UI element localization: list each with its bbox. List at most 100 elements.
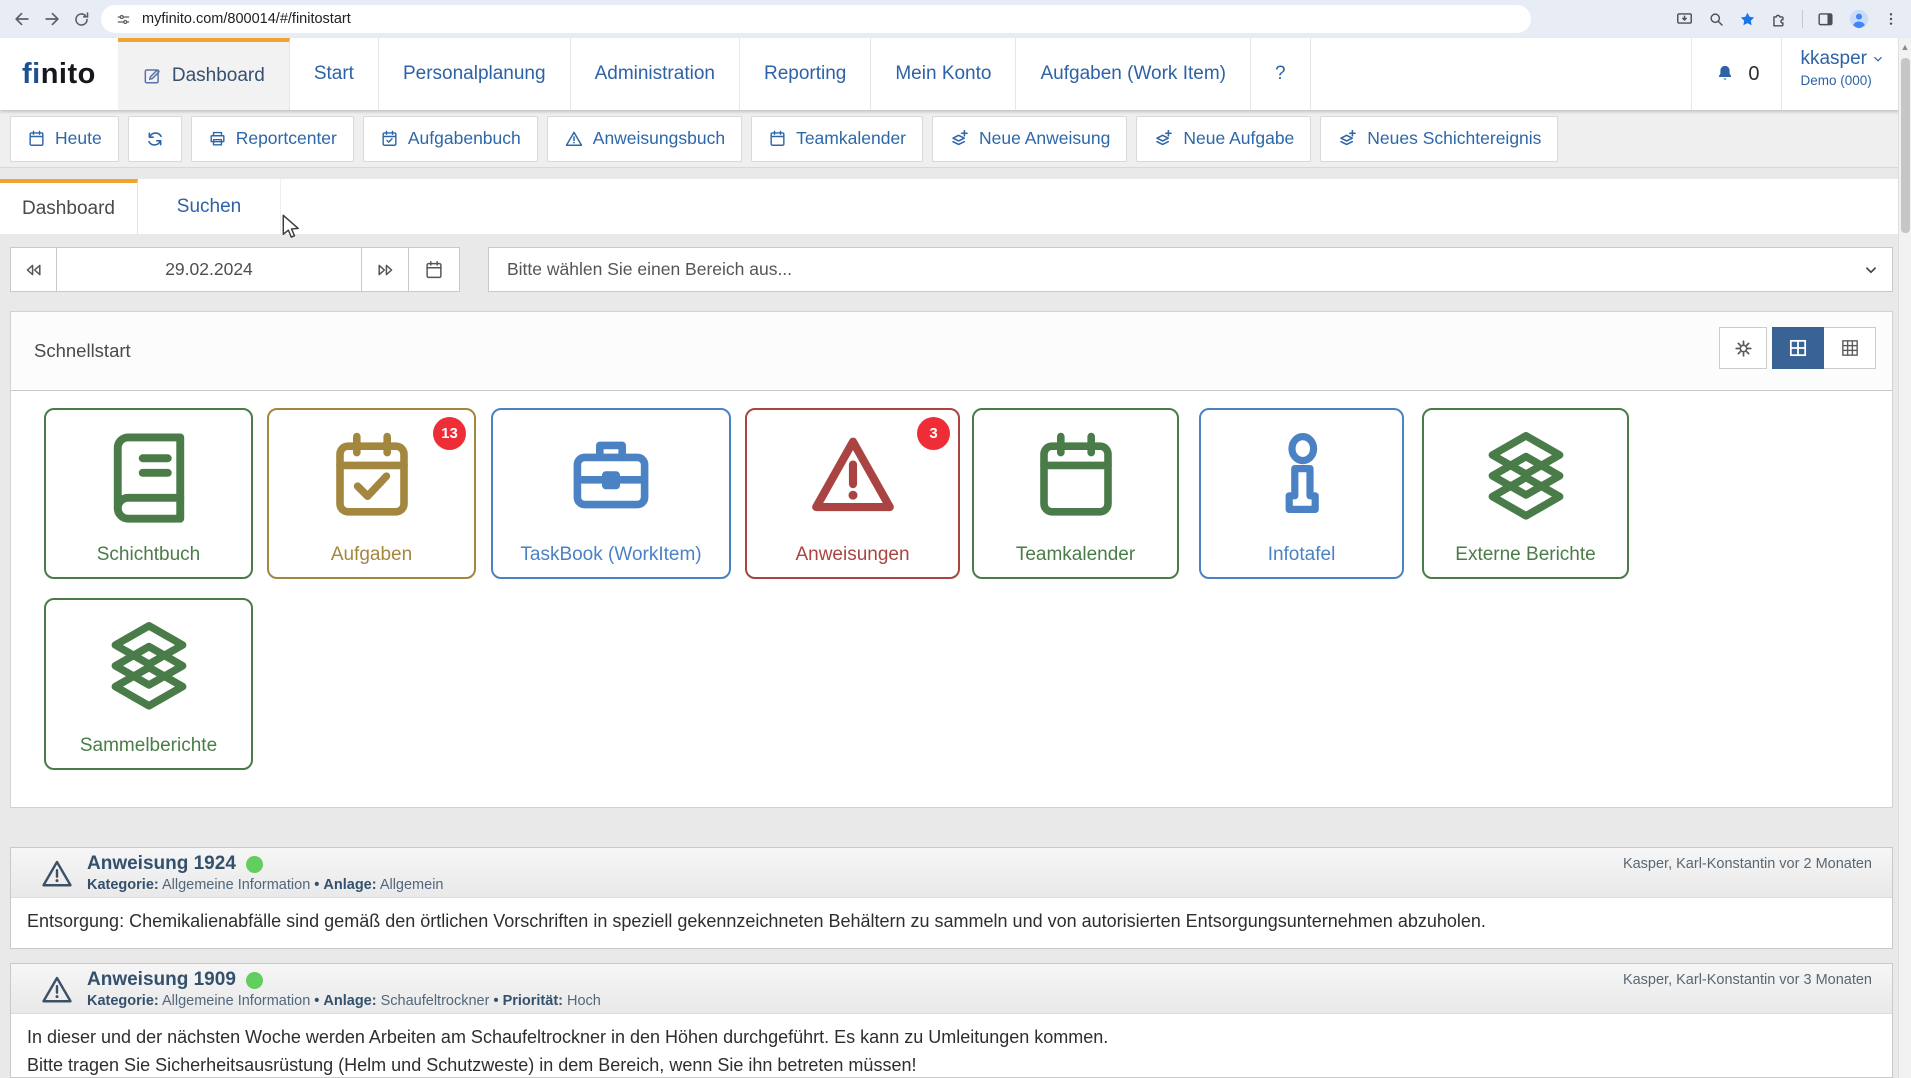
- bell-icon: [1714, 63, 1736, 85]
- calendar-icon: [423, 259, 445, 281]
- chevron-down-icon: [1862, 261, 1880, 279]
- notifications[interactable]: 0: [1691, 38, 1781, 110]
- nav-item-administration[interactable]: Administration: [571, 38, 740, 110]
- side-panel-icon[interactable]: [1816, 10, 1835, 29]
- browser-address-bar[interactable]: myfinito.com/800014/#/finitostart: [101, 5, 1531, 33]
- warning-triangle-icon: [804, 427, 902, 525]
- tab-dashboard[interactable]: Dashboard: [0, 179, 138, 234]
- tile-label: Sammelberichte: [46, 735, 251, 757]
- pencil-square-icon: [142, 66, 163, 87]
- area-select[interactable]: Bitte wählen Sie einen Bereich aus...: [488, 247, 1893, 292]
- info-figure-icon: [1254, 427, 1350, 523]
- tile-anweisungen[interactable]: 3 Anweisungen: [745, 408, 960, 579]
- user-menu[interactable]: kkasper Demo (000): [1781, 38, 1911, 110]
- tile-sammelberichte[interactable]: Sammelberichte: [44, 598, 253, 770]
- finito-logo[interactable]: finito: [0, 38, 118, 110]
- tile-taskbook-workitem[interactable]: TaskBook (WorkItem): [491, 408, 731, 579]
- anweisung-body: In dieser und der nächsten Woche werden …: [11, 1014, 1892, 1078]
- page-scrollbar[interactable]: ▲: [1898, 38, 1911, 1078]
- scrollbar-thumb[interactable]: [1901, 58, 1910, 233]
- nav-item-reporting[interactable]: Reporting: [740, 38, 871, 110]
- nav-item-aufgaben-workitem[interactable]: Aufgaben (Work Item): [1016, 38, 1251, 110]
- neue-aufgabe-button[interactable]: Neue Aufgabe: [1136, 116, 1311, 162]
- profile-avatar[interactable]: [1848, 8, 1870, 30]
- install-app-icon[interactable]: [1675, 10, 1694, 29]
- quick-toolbar: Heute Reportcenter Aufgabenbuch Anweisun…: [0, 110, 1911, 168]
- browser-menu-icon[interactable]: [1883, 11, 1899, 27]
- neue-anweisung-button[interactable]: Neue Anweisung: [932, 116, 1127, 162]
- anweisung-meta: Kategorie: Allgemeine Information • Anla…: [87, 877, 443, 893]
- warning-triangle-icon: [39, 856, 75, 892]
- tile-label: Anweisungen: [747, 544, 958, 566]
- nav-item-personalplanung[interactable]: Personalplanung: [379, 38, 571, 110]
- date-field[interactable]: 29.02.2024: [57, 247, 362, 292]
- chevron-down-icon: [1871, 52, 1885, 66]
- calendar-icon: [1028, 427, 1124, 523]
- area-select-placeholder: Bitte wählen Sie einen Bereich aus...: [507, 259, 792, 280]
- tile-label: Externe Berichte: [1424, 544, 1627, 566]
- anweisung-card-1909[interactable]: Anweisung 1909 Kategorie: Allgemeine Inf…: [10, 963, 1893, 1078]
- tile-aufgaben[interactable]: 13 Aufgaben: [267, 408, 476, 579]
- tile-label: Teamkalender: [974, 544, 1177, 566]
- layers-plus-icon: [1153, 128, 1174, 149]
- heute-button[interactable]: Heute: [10, 116, 119, 162]
- schnellstart-panel: Schnellstart Schichtbuch: [10, 311, 1893, 808]
- neues-schichtereignis-button[interactable]: Neues Schichtereignis: [1320, 116, 1558, 162]
- nav-item-label: Dashboard: [172, 65, 265, 87]
- tile-schichtbuch[interactable]: Schichtbuch: [44, 408, 253, 579]
- browser-chrome: myfinito.com/800014/#/finitostart: [0, 0, 1911, 38]
- anweisung-header: Anweisung 1909 Kategorie: Allgemeine Inf…: [11, 964, 1892, 1014]
- tile-label: Schichtbuch: [46, 544, 251, 566]
- layers-plus-icon: [949, 128, 970, 149]
- aufgabenbuch-button[interactable]: Aufgabenbuch: [363, 116, 538, 162]
- settings-button[interactable]: [1719, 327, 1767, 369]
- date-picker-button[interactable]: [409, 247, 460, 292]
- user-org: Demo (000): [1800, 73, 1885, 88]
- layers-icon: [101, 617, 197, 713]
- nav-item-dashboard[interactable]: Dashboard: [118, 38, 290, 110]
- tile-label: Infotafel: [1201, 544, 1402, 566]
- book-icon: [99, 427, 199, 527]
- printer-icon: [208, 129, 227, 148]
- site-settings-icon[interactable]: [115, 11, 132, 28]
- date-next-button[interactable]: [362, 247, 409, 292]
- anweisung-author: Kasper, Karl-Konstantin vor 2 Monaten: [1623, 856, 1872, 872]
- tile-badge: 3: [917, 417, 950, 450]
- grid-view-3x3-button[interactable]: [1824, 327, 1876, 369]
- anweisungsbuch-button[interactable]: Anweisungsbuch: [547, 116, 742, 162]
- nav-item-mein-konto[interactable]: Mein Konto: [871, 38, 1016, 110]
- browser-forward-icon[interactable]: [42, 9, 62, 29]
- mouse-cursor: [280, 214, 302, 238]
- tile-label: Aufgaben: [269, 544, 474, 566]
- teamkalender-button[interactable]: Teamkalender: [751, 116, 923, 162]
- zoom-icon[interactable]: [1707, 10, 1725, 28]
- gear-icon: [1732, 337, 1755, 360]
- reportcenter-button[interactable]: Reportcenter: [191, 116, 354, 162]
- tile-externe-berichte[interactable]: Externe Berichte: [1422, 408, 1629, 579]
- anweisung-title: Anweisung 1924: [87, 853, 236, 875]
- user-name: kkasper: [1800, 48, 1867, 70]
- nav-item-start[interactable]: Start: [290, 38, 379, 110]
- grid-view-2x2-button[interactable]: [1772, 327, 1824, 369]
- grid-2x2-icon: [1787, 337, 1809, 359]
- tab-suchen[interactable]: Suchen: [138, 179, 281, 234]
- extensions-icon[interactable]: [1770, 10, 1789, 29]
- tile-infotafel[interactable]: Infotafel: [1199, 408, 1404, 579]
- tile-teamkalender[interactable]: Teamkalender: [972, 408, 1179, 579]
- layers-plus-icon: [1337, 128, 1358, 149]
- nav-spacer: [1311, 38, 1692, 110]
- browser-refresh-icon[interactable]: [72, 10, 91, 29]
- bookmark-star-icon[interactable]: [1738, 10, 1757, 29]
- anweisung-body: Entsorgung: Chemikalienabfälle sind gemä…: [11, 898, 1892, 948]
- calendar-icon: [768, 129, 787, 148]
- status-dot: [246, 972, 263, 989]
- refresh-button[interactable]: [128, 116, 182, 162]
- scroll-up-icon[interactable]: ▲: [1899, 42, 1911, 52]
- date-prev-button[interactable]: [10, 247, 57, 292]
- date-bar: 29.02.2024 Bitte wählen Sie einen Bereic…: [0, 247, 1911, 292]
- tile-label: TaskBook (WorkItem): [493, 544, 729, 566]
- browser-back-icon[interactable]: [12, 9, 32, 29]
- warning-triangle-icon: [39, 972, 75, 1008]
- anweisung-card-1924[interactable]: Anweisung 1924 Kategorie: Allgemeine Inf…: [10, 847, 1893, 949]
- nav-item-help[interactable]: ?: [1251, 38, 1311, 110]
